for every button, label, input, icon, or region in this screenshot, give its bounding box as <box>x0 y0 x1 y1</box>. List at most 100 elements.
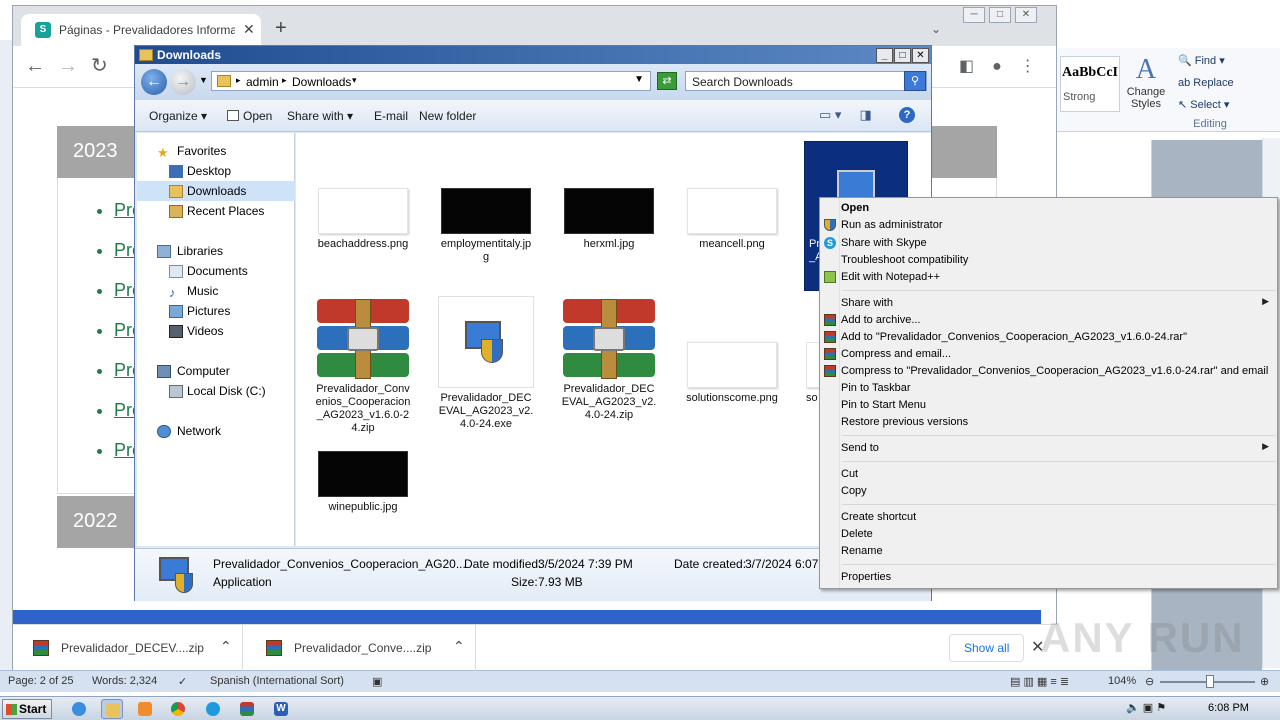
file-item[interactable]: employmentitaly.jpg <box>438 188 534 264</box>
new-folder-button[interactable]: New folder <box>419 109 476 123</box>
menu-dots-icon[interactable]: ⋮ <box>1020 58 1036 75</box>
menu-item-share-with[interactable]: Share with ▶ <box>820 295 1277 312</box>
tab-close-icon[interactable]: ✕ <box>243 21 255 38</box>
find-button[interactable]: 🔍 Find ▾ <box>1178 52 1258 74</box>
nav-desktop[interactable]: Desktop <box>137 161 295 181</box>
menu-item-troubleshoot[interactable]: Troubleshoot compatibility <box>820 252 1277 269</box>
view-buttons[interactable]: ▤ ▥ ▦ ≡ ≣ <box>1010 675 1069 688</box>
menu-item-rename[interactable]: Rename <box>820 543 1277 560</box>
zoom-out-icon[interactable]: ⊖ <box>1145 675 1154 688</box>
organize-button[interactable]: Organize ▾ <box>149 109 207 123</box>
nav-downloads[interactable]: Downloads <box>137 181 295 201</box>
nav-favorites[interactable]: ★ Favorites <box>137 141 295 161</box>
menu-item-create-shortcut[interactable]: Create shortcut <box>820 509 1277 526</box>
browser-tab[interactable]: S Páginas - Prevalidadores Informacion ✕ <box>21 14 261 46</box>
show-all-button[interactable]: Show all <box>949 634 1025 662</box>
nav-pictures[interactable]: Pictures <box>137 301 295 321</box>
menu-item-properties[interactable]: Properties <box>820 569 1277 586</box>
status-words[interactable]: Words: 2,324 <box>92 675 157 687</box>
profile-icon[interactable]: ● <box>992 58 1002 75</box>
recent-pages-chevron-icon[interactable]: ▼ <box>199 75 208 85</box>
file-item[interactable]: Prevalidador_Convenios_Cooperacion_AG202… <box>315 299 411 435</box>
chevron-right-icon[interactable]: ▸ <box>236 75 241 86</box>
nav-network[interactable]: Network <box>137 421 295 441</box>
word-style-gallery[interactable]: AaBbCcI Strong <box>1060 56 1120 112</box>
menu-item-add-to-rar[interactable]: Add to "Prevalidador_Convenios_Cooperaci… <box>820 329 1277 346</box>
file-item[interactable]: solutionscome.png <box>684 342 780 405</box>
back-arrow-icon[interactable]: ← <box>25 56 45 76</box>
search-input[interactable]: Search Downloads ⚲ <box>685 71 927 91</box>
chevron-right-icon[interactable]: ▸ <box>282 75 287 86</box>
taskbar-media-player-icon[interactable] <box>134 699 156 719</box>
taskbar-word-icon[interactable]: W <box>270 699 292 719</box>
start-button[interactable]: Start <box>2 699 52 719</box>
zoom-slider-knob[interactable] <box>1206 675 1214 688</box>
menu-item-open[interactable]: Open <box>820 200 1277 217</box>
clock[interactable]: 6:08 PM <box>1208 702 1249 714</box>
address-dropdown-icon[interactable]: ▼ <box>634 74 644 85</box>
refresh-icon[interactable]: ⇄ <box>657 72 677 90</box>
flag-icon[interactable]: ⚑ <box>1156 702 1166 714</box>
zoom-level[interactable]: 104% <box>1108 675 1136 687</box>
file-item[interactable]: meancell.png <box>684 188 780 251</box>
download-item[interactable]: Prevalidador_DECEV....zip ⌃ <box>13 625 243 671</box>
taskbar-winrar-icon[interactable] <box>236 699 258 719</box>
nav-music[interactable]: ♪ Music <box>137 281 295 301</box>
status-page[interactable]: Page: 2 of 25 <box>8 675 73 687</box>
help-icon[interactable]: ? <box>899 107 915 123</box>
volume-icon[interactable]: 🔈 <box>1126 702 1140 714</box>
nav-libraries[interactable]: Libraries <box>137 241 295 261</box>
breadcrumb-admin[interactable]: admin <box>246 75 279 89</box>
breadcrumb-downloads[interactable]: Downloads <box>292 75 351 89</box>
menu-item-pin-start[interactable]: Pin to Start Menu <box>820 397 1277 414</box>
macro-icon[interactable]: ▣ <box>372 675 382 688</box>
email-button[interactable]: E-mail <box>374 109 408 123</box>
taskbar-explorer-icon[interactable] <box>101 699 123 719</box>
replace-button[interactable]: ab Replace <box>1178 74 1258 96</box>
network-tray-icon[interactable]: ▣ <box>1143 702 1153 714</box>
close-button[interactable]: ✕ <box>912 48 929 63</box>
taskbar-edge-icon[interactable] <box>202 699 224 719</box>
new-tab-button[interactable]: + <box>275 18 287 38</box>
file-item[interactable]: beachaddress.png <box>315 188 411 251</box>
nav-videos[interactable]: Videos <box>137 321 295 341</box>
nav-recent-places[interactable]: Recent Places <box>137 201 295 221</box>
download-item[interactable]: Prevalidador_Conve....zip ⌃ <box>246 625 476 671</box>
select-button[interactable]: ↖ Select ▾ <box>1178 96 1258 118</box>
file-item[interactable]: Prevalidador_DECEVAL_AG2023_v2.4.0-24.zi… <box>561 299 657 422</box>
side-panel-icon[interactable]: ◧ <box>959 58 974 75</box>
close-button[interactable]: ✕ <box>1015 7 1037 23</box>
menu-item-notepad[interactable]: Edit with Notepad++ <box>820 269 1277 286</box>
menu-item-compress-email[interactable]: Compress and email... <box>820 346 1277 363</box>
menu-item-run-as-admin[interactable]: Run as administrator <box>820 217 1277 234</box>
chevron-up-icon[interactable]: ⌃ <box>220 638 232 655</box>
chevron-down-icon[interactable]: ▾ <box>352 75 357 86</box>
open-button[interactable]: Open <box>227 109 272 123</box>
menu-item-cut[interactable]: Cut <box>820 466 1277 483</box>
change-styles-button[interactable]: A Change Styles <box>1124 54 1168 110</box>
menu-item-copy[interactable]: Copy <box>820 483 1277 500</box>
change-view-icon[interactable]: ▭ ▾ ◨ <box>819 107 872 123</box>
maximize-button[interactable]: □ <box>989 7 1011 23</box>
search-icon[interactable]: ⚲ <box>904 71 926 91</box>
menu-item-share-skype[interactable]: S Share with Skype <box>820 235 1277 252</box>
back-arrow-icon[interactable]: ← <box>141 69 167 95</box>
explorer-title-bar[interactable]: Downloads _ □ ✕ <box>135 46 931 64</box>
reload-icon[interactable]: ↻ <box>91 56 108 76</box>
menu-item-delete[interactable]: Delete <box>820 526 1277 543</box>
chevron-up-icon[interactable]: ⌃ <box>453 638 465 655</box>
nav-computer[interactable]: Computer <box>137 361 295 381</box>
taskbar-ie-icon[interactable] <box>68 699 90 719</box>
menu-item-pin-taskbar[interactable]: Pin to Taskbar <box>820 380 1277 397</box>
menu-item-add-archive[interactable]: Add to archive... <box>820 312 1277 329</box>
nav-documents[interactable]: Documents <box>137 261 295 281</box>
menu-item-compress-rar-email[interactable]: Compress to "Prevalidador_Convenios_Coop… <box>820 363 1277 380</box>
share-with-button[interactable]: Share with ▾ <box>287 109 353 123</box>
minimize-button[interactable]: _ <box>876 48 893 63</box>
taskbar-chrome-icon[interactable] <box>167 699 189 719</box>
address-bar[interactable]: ▸ admin ▸ Downloads ▾ ▼ <box>211 71 651 91</box>
proofing-icon[interactable]: ✓ <box>178 675 187 688</box>
menu-item-send-to[interactable]: Send to ▶ <box>820 440 1277 457</box>
file-item[interactable]: winepublic.jpg <box>315 451 411 514</box>
status-language[interactable]: Spanish (International Sort) <box>210 675 344 687</box>
